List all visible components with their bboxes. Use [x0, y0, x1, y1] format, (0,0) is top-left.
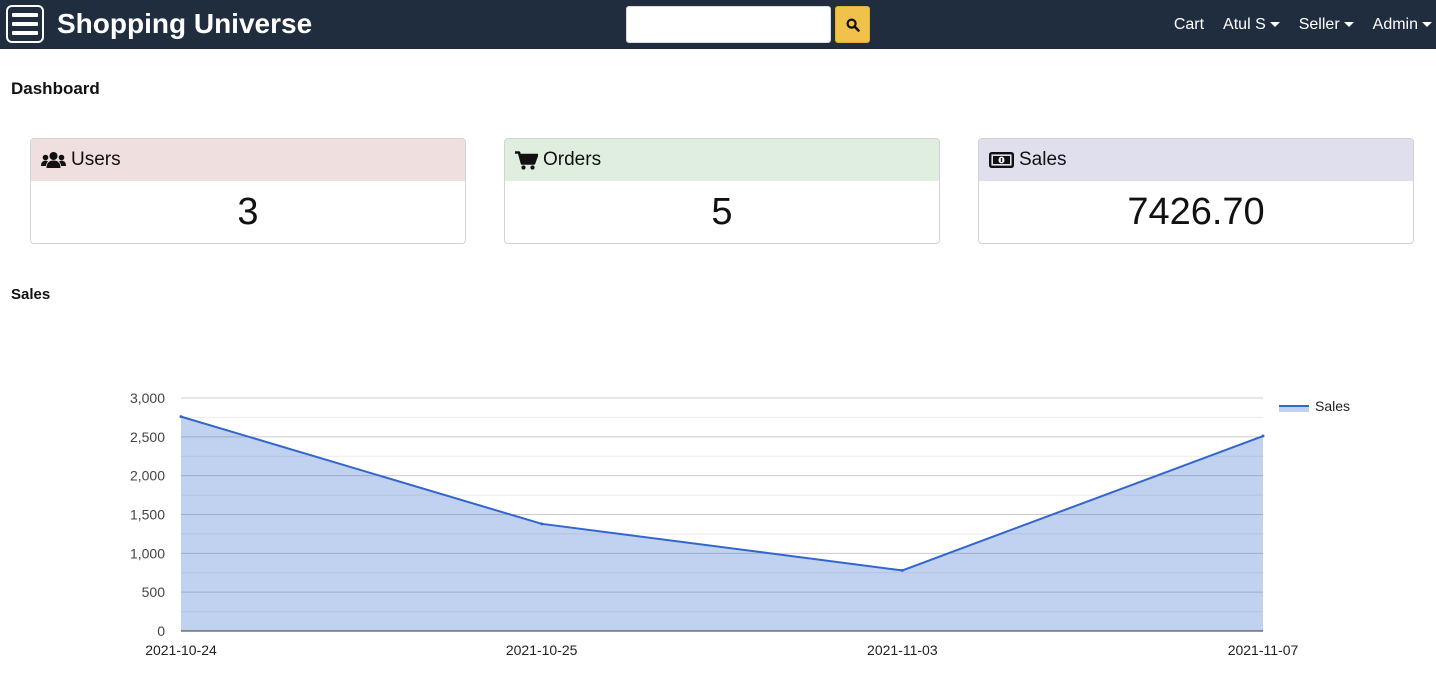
sales-card-header: Sales: [979, 139, 1413, 181]
y-tick-label: 1,500: [130, 507, 165, 523]
legend-label: Sales: [1315, 398, 1350, 414]
users-card-header: Users: [31, 139, 465, 181]
user-dropdown[interactable]: Atul S: [1223, 16, 1280, 34]
hamburger-bar: [12, 22, 38, 26]
users-card-value: 3: [237, 190, 259, 233]
sales-card: Sales 7426.70: [978, 138, 1414, 244]
sales-area-chart: 0 500 1,000 1,500 2,000 2,500 3,000 2021-10-24 2…: [130, 390, 1350, 658]
users-icon: [41, 151, 66, 169]
y-tick-label: 500: [142, 584, 166, 600]
sales-card-value: 7426.70: [1127, 190, 1265, 233]
caret-down-icon: [1343, 22, 1354, 27]
seller-dropdown[interactable]: Seller: [1299, 16, 1354, 34]
x-tick-label: 2021-11-07: [1228, 642, 1299, 658]
caret-down-icon: [1269, 22, 1280, 27]
search-icon: [845, 17, 860, 32]
nav-links: Cart Atul S Seller Admin: [1155, 0, 1432, 49]
sales-data-point: [540, 522, 544, 526]
users-card: Users 3: [30, 138, 466, 244]
admin-dropdown-label: Admin: [1372, 15, 1418, 33]
top-navbar: Shopping Universe Cart Atul S Seller Adm…: [0, 0, 1436, 49]
users-card-label: Users: [71, 149, 121, 170]
x-tick-label: 2021-10-24: [145, 642, 217, 658]
user-dropdown-label: Atul S: [1223, 15, 1266, 33]
shopping-cart-icon: [515, 150, 538, 170]
orders-card-label: Orders: [543, 149, 602, 170]
hamburger-bar: [12, 31, 38, 35]
x-tick-label: 2021-11-03: [867, 642, 938, 658]
y-tick-label: 2,000: [130, 468, 165, 484]
y-tick-label: 3,000: [130, 390, 165, 406]
search-button[interactable]: [835, 6, 870, 43]
x-tick-label: 2021-10-25: [506, 642, 578, 658]
hamburger-menu-button[interactable]: [6, 5, 44, 43]
sales-card-label: Sales: [1019, 149, 1067, 170]
orders-card-header: Orders: [505, 139, 939, 181]
sales-section-title: Sales: [11, 286, 51, 303]
cart-link-label: Cart: [1173, 15, 1205, 33]
y-tick-label: 1,000: [130, 545, 165, 561]
sales-data-point: [179, 415, 183, 419]
sales-data-point: [1261, 434, 1265, 438]
cart-link[interactable]: Cart: [1174, 16, 1204, 34]
hamburger-bar: [12, 13, 38, 17]
sales-data-point: [900, 568, 904, 572]
orders-card-value: 5: [711, 190, 733, 233]
sales-area-fill: [181, 416, 1263, 631]
y-tick-label: 0: [157, 623, 165, 639]
orders-card: Orders 5: [504, 138, 940, 244]
brand-logo-link[interactable]: Shopping Universe: [57, 6, 312, 42]
admin-dropdown[interactable]: Admin: [1373, 16, 1432, 34]
page-title: Dashboard: [11, 79, 100, 98]
search-input[interactable]: [626, 6, 831, 43]
caret-down-icon: [1422, 22, 1432, 27]
seller-dropdown-label: Seller: [1298, 15, 1340, 33]
y-tick-label: 2,500: [130, 429, 165, 445]
money-bill-icon: [989, 152, 1014, 168]
